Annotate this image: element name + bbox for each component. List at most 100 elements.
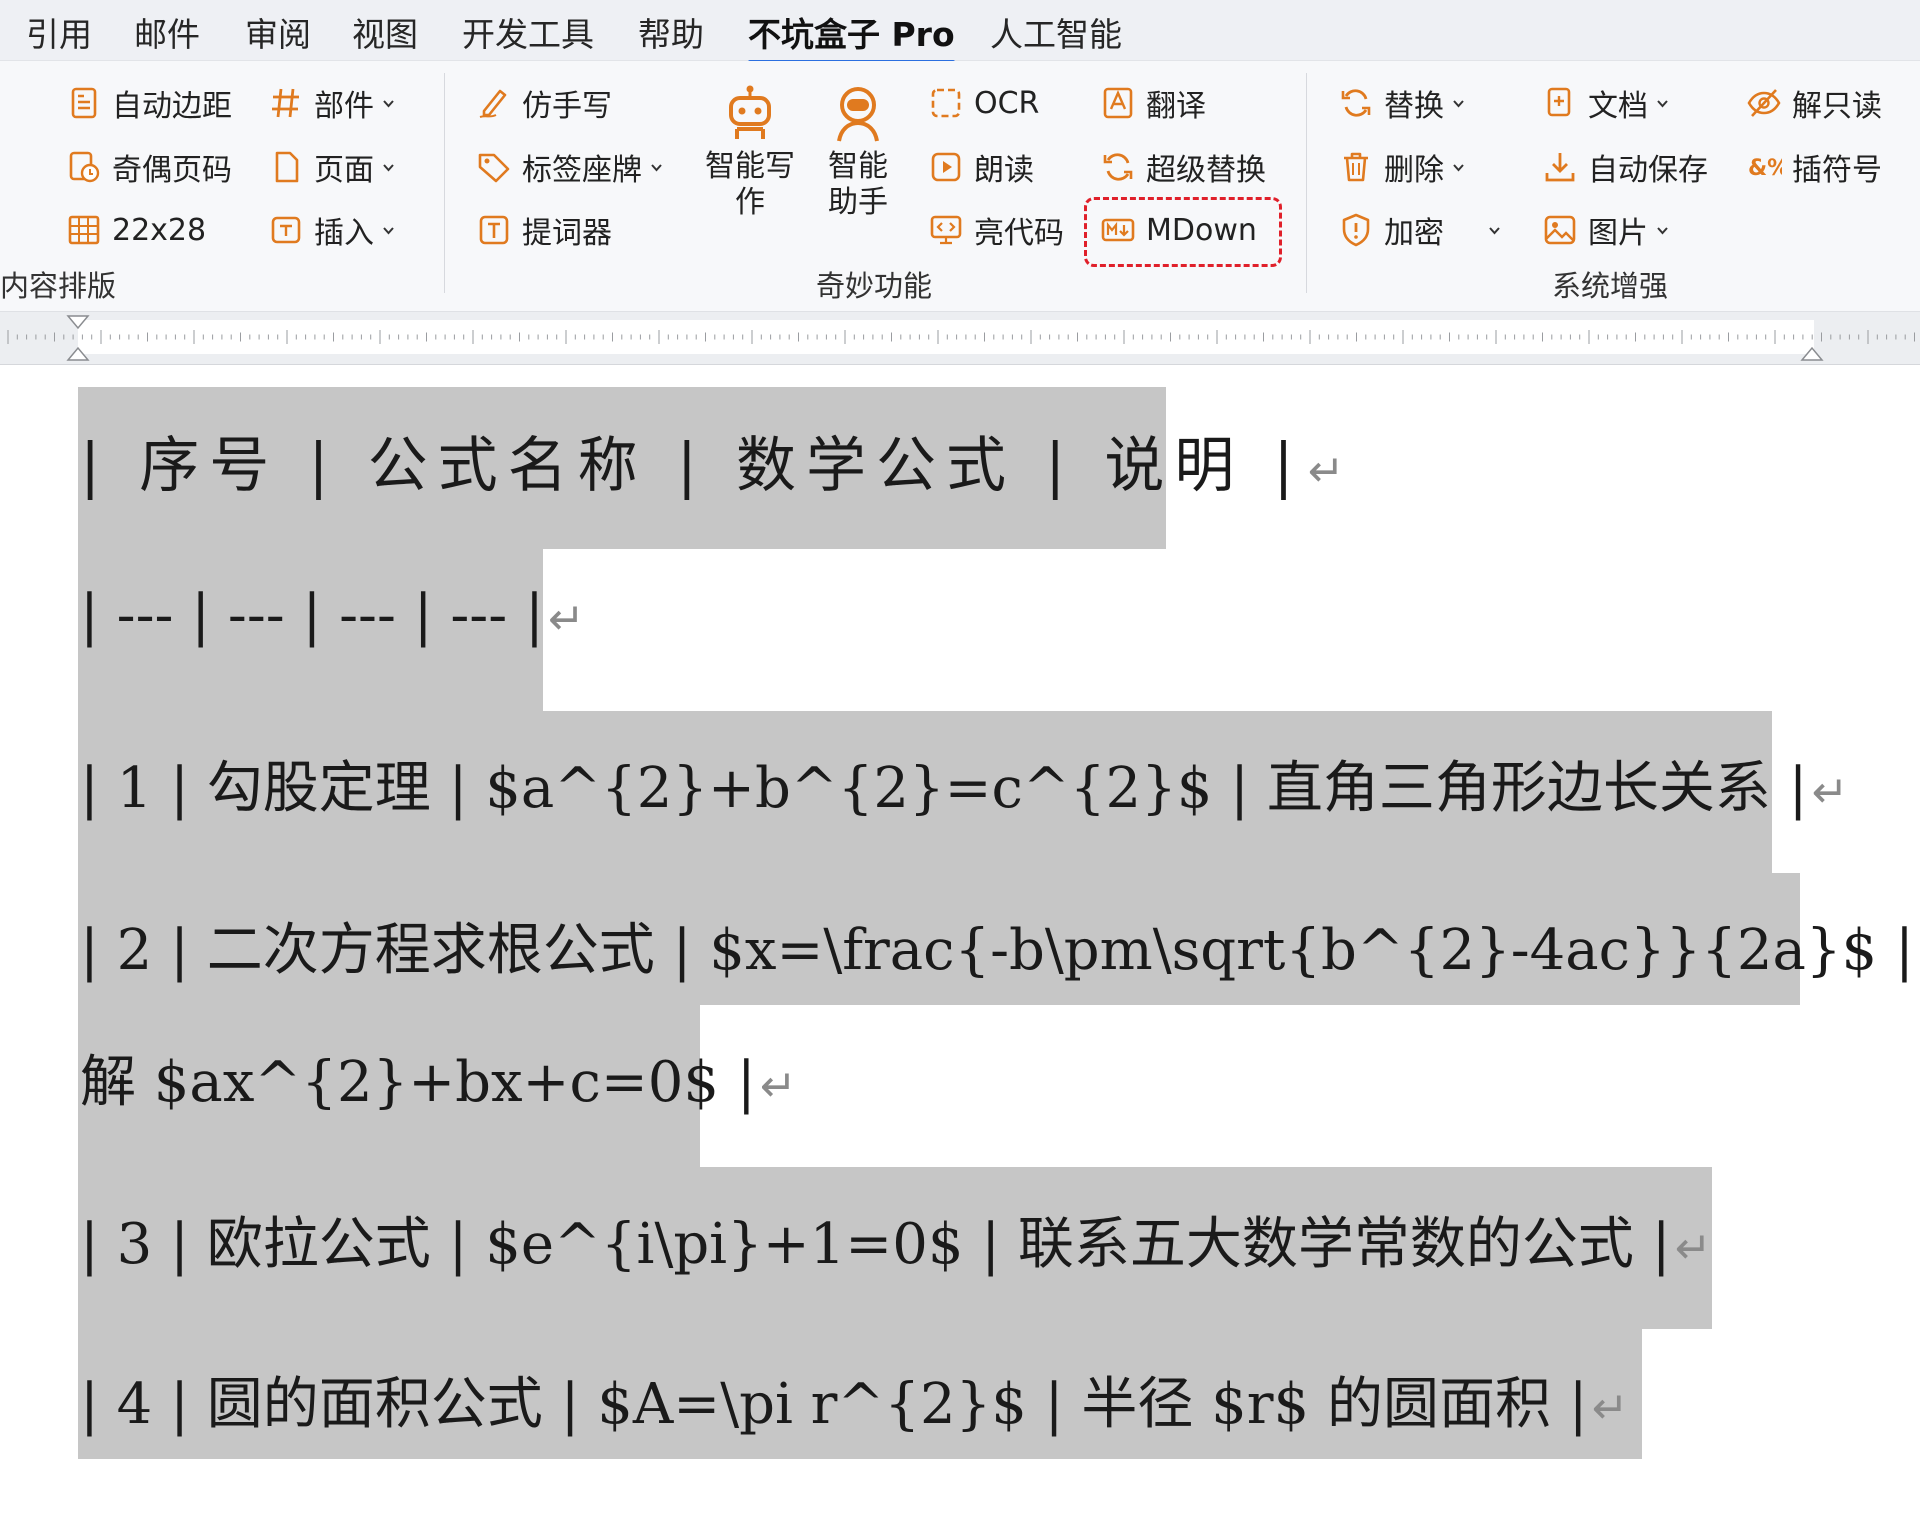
symbol-icon: &% xyxy=(1746,149,1782,185)
ocr-label: OCR xyxy=(974,85,1040,121)
picture-button[interactable]: 图片 xyxy=(1542,207,1669,253)
smart-assistant-label: 智能助手 xyxy=(828,149,888,220)
highlight-code-button[interactable]: 亮代码 xyxy=(928,207,1064,253)
chevron-down-icon xyxy=(382,161,395,174)
mdown-highlight-box xyxy=(1084,197,1282,267)
page-icon xyxy=(268,149,304,185)
read-aloud-button[interactable]: 朗读 xyxy=(928,144,1034,190)
replace-button[interactable]: 替换 xyxy=(1338,80,1465,126)
chevron-down-icon xyxy=(650,161,663,174)
table-row-4: | 4 | 圆的面积公式 | $A=\pi r^{2}$ | 半径 $r$ 的圆… xyxy=(80,1359,1629,1440)
chevron-down-icon xyxy=(1656,97,1669,110)
auto-save-button[interactable]: 自动保存 xyxy=(1542,144,1708,190)
chevron-down-icon xyxy=(1452,161,1465,174)
shield-icon xyxy=(1338,212,1374,248)
ocr-button[interactable]: OCR xyxy=(928,80,1039,126)
parts-button[interactable]: 部件 xyxy=(268,80,395,126)
document-plus-icon xyxy=(1542,85,1578,121)
label-seat-card-button[interactable]: 标签座牌 xyxy=(476,144,663,190)
line-text: | 序号 | 公式名称 | 数学公式 | 说明 | xyxy=(80,431,1304,501)
encrypt-button[interactable]: 加密 xyxy=(1338,207,1501,253)
tab-mailings[interactable]: 邮件 xyxy=(134,8,200,56)
tab-review[interactable]: 审阅 xyxy=(245,8,311,56)
tab-view[interactable]: 视图 xyxy=(352,8,418,56)
delete-button[interactable]: 删除 xyxy=(1338,144,1465,190)
paragraph-mark: ↵ xyxy=(1811,767,1849,818)
chevron-down-icon xyxy=(382,97,395,110)
imitate-handwriting-button[interactable]: 仿手写 xyxy=(476,80,612,126)
auto-save-label: 自动保存 xyxy=(1588,153,1708,188)
group-label-layout: 内容排版 xyxy=(0,269,117,303)
smart-writing-button[interactable]: 智能写作 xyxy=(700,83,800,221)
insert-button[interactable]: 插入 xyxy=(268,207,395,253)
translate-button[interactable]: 翻译 xyxy=(1100,80,1206,126)
line-text: 解 $ax^{2}+bx+c=0$ | xyxy=(80,1050,756,1115)
table-row-2-continued: 解 $ax^{2}+bx+c=0$ |↵ xyxy=(80,1037,797,1118)
table-row-1: | 1 | 勾股定理 | $a^{2}+b^{2}=c^{2}$ | 直角三角形… xyxy=(80,743,1848,824)
chevron-down-icon xyxy=(1452,97,1465,110)
insert-icon xyxy=(268,212,304,248)
trash-icon xyxy=(1338,149,1374,185)
tab-help[interactable]: 帮助 xyxy=(638,8,704,56)
group-label-system-enhance: 系统增强 xyxy=(1552,269,1669,303)
grid-icon xyxy=(66,212,102,248)
paragraph-mark: ↵ xyxy=(1307,446,1355,497)
document-label: 文档 xyxy=(1588,89,1648,124)
astronaut-icon xyxy=(827,83,889,145)
super-replace-button[interactable]: 超级替换 xyxy=(1100,144,1266,190)
auto-margin-label: 自动边距 xyxy=(112,89,232,124)
super-replace-label: 超级替换 xyxy=(1146,153,1266,188)
page-number-icon xyxy=(66,149,102,185)
tab-ai[interactable]: 人工智能 xyxy=(990,8,1122,56)
horizontal-ruler[interactable] xyxy=(0,312,1920,365)
page-button[interactable]: 页面 xyxy=(268,144,395,190)
replace-arrows-icon xyxy=(1100,149,1136,185)
remove-readonly-button[interactable]: 解只读 xyxy=(1746,80,1882,126)
pen-icon xyxy=(476,85,512,121)
hash-icon xyxy=(268,85,304,121)
line-text: | 2 | 二次方程求根公式 | $x=\frac{-b\pm\sqrt{b^{… xyxy=(80,918,1914,983)
play-icon xyxy=(928,149,964,185)
smart-assistant-button[interactable]: 智能助手 xyxy=(818,83,898,221)
chevron-down-icon xyxy=(382,224,395,237)
teleprompter-icon xyxy=(476,212,512,248)
table-row-3: | 3 | 欧拉公式 | $e^{i\pi}+1=0$ | 联系五大数学常数的公… xyxy=(80,1199,1711,1280)
auto-margin-icon xyxy=(66,85,102,121)
tab-developer[interactable]: 开发工具 xyxy=(462,8,594,56)
smart-writing-label: 智能写作 xyxy=(705,149,795,220)
chevron-down-icon xyxy=(1656,224,1669,237)
ribbon: 自动边距 部件 奇偶页码 页面 22x28 插入 内容排版 仿手写 标签座牌 提… xyxy=(0,61,1920,312)
scan-icon xyxy=(928,85,964,121)
group-separator xyxy=(1306,73,1307,293)
paragraph-mark: ↵ xyxy=(1591,1383,1629,1434)
line-text: | 1 | 勾股定理 | $a^{2}+b^{2}=c^{2}$ | 直角三角形… xyxy=(80,756,1808,821)
grid-22x28-button[interactable]: 22x28 xyxy=(66,207,206,253)
teleprompter-button[interactable]: 提词器 xyxy=(476,207,612,253)
table-row-2: | 2 | 二次方程求根公式 | $x=\frac{-b\pm\sqrt{b^{… xyxy=(80,905,1914,986)
document-button[interactable]: 文档 xyxy=(1542,80,1669,126)
remove-readonly-label: 解只读 xyxy=(1792,89,1882,124)
tab-bukeng-box-pro[interactable]: 不坑盒子 Pro xyxy=(748,8,955,64)
download-icon xyxy=(1542,149,1578,185)
table-header-line: | 序号 | 公式名称 | 数学公式 | 说明 |↵ xyxy=(80,417,1355,504)
paragraph-mark: ↵ xyxy=(547,594,585,645)
insert-symbol-button[interactable]: &% 插符号 xyxy=(1746,144,1882,190)
chevron-down-icon xyxy=(1488,224,1501,237)
translate-label: 翻译 xyxy=(1146,89,1206,124)
document-body[interactable]: | 序号 | 公式名称 | 数学公式 | 说明 |↵ | --- | --- |… xyxy=(0,365,1920,1522)
paragraph-mark: ↵ xyxy=(759,1061,797,1112)
read-aloud-label: 朗读 xyxy=(974,153,1034,188)
auto-margin-button[interactable]: 自动边距 xyxy=(66,80,232,126)
refresh-icon xyxy=(1338,85,1374,121)
eye-off-icon xyxy=(1746,85,1782,121)
page-label: 页面 xyxy=(314,153,374,188)
tab-references[interactable]: 引用 xyxy=(26,8,92,56)
encrypt-label: 加密 xyxy=(1384,216,1444,251)
ruler-ticks xyxy=(7,315,1915,361)
label-seat-card-label: 标签座牌 xyxy=(522,153,642,188)
grid-22x28-label: 22x28 xyxy=(112,212,207,248)
delete-label: 删除 xyxy=(1384,153,1444,188)
imitate-handwriting-label: 仿手写 xyxy=(522,89,612,124)
odd-even-page-number-button[interactable]: 奇偶页码 xyxy=(66,144,232,190)
code-monitor-icon xyxy=(928,212,964,248)
